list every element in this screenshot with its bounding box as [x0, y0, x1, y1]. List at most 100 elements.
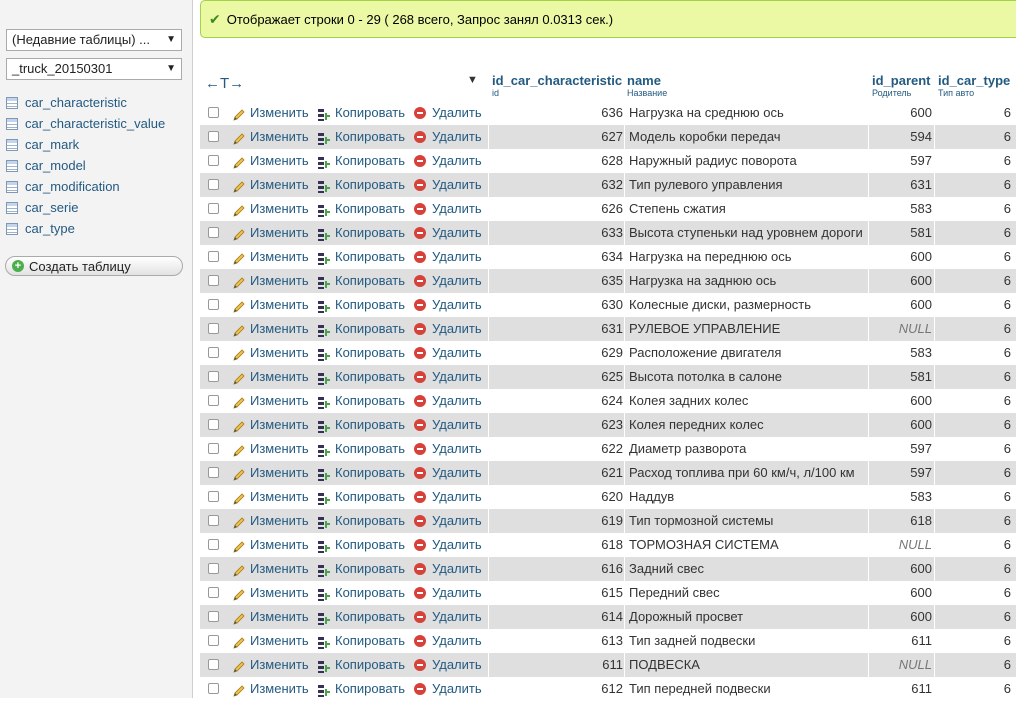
sidebar-table-name[interactable]: car_characteristic_value — [25, 113, 165, 134]
edit-link[interactable]: Изменить — [232, 461, 309, 485]
copy-link[interactable]: Копировать — [317, 533, 405, 557]
edit-link[interactable]: Изменить — [232, 269, 309, 293]
row-checkbox[interactable] — [208, 467, 219, 478]
delete-link[interactable]: Удалить — [414, 149, 482, 173]
edit-link[interactable]: Изменить — [232, 197, 309, 221]
copy-link[interactable]: Копировать — [317, 413, 405, 437]
copy-link[interactable]: Копировать — [317, 245, 405, 269]
delete-link[interactable]: Удалить — [414, 413, 482, 437]
edit-link[interactable]: Изменить — [232, 629, 309, 653]
row-checkbox[interactable] — [208, 275, 219, 286]
row-checkbox[interactable] — [208, 251, 219, 262]
delete-link[interactable]: Удалить — [414, 389, 482, 413]
delete-link[interactable]: Удалить — [414, 533, 482, 557]
delete-link[interactable]: Удалить — [414, 269, 482, 293]
row-checkbox[interactable] — [208, 299, 219, 310]
column-sort-arrows[interactable]: ←T→ — [205, 75, 244, 101]
row-checkbox[interactable] — [208, 491, 219, 502]
column-header-name[interactable]: name Название — [627, 74, 867, 100]
delete-link[interactable]: Удалить — [414, 365, 482, 389]
copy-link[interactable]: Копировать — [317, 557, 405, 581]
copy-link[interactable]: Копировать — [317, 101, 405, 125]
sidebar-table-name[interactable]: car_modification — [25, 176, 120, 197]
copy-link[interactable]: Копировать — [317, 173, 405, 197]
sidebar-table-item[interactable]: car_serie — [6, 197, 191, 218]
row-checkbox[interactable] — [208, 659, 219, 670]
column-name[interactable]: id_car_type — [938, 74, 1016, 88]
edit-link[interactable]: Изменить — [232, 389, 309, 413]
edit-link[interactable]: Изменить — [232, 557, 309, 581]
edit-link[interactable]: Изменить — [232, 173, 309, 197]
sidebar-table-name[interactable]: car_characteristic — [25, 92, 127, 113]
delete-link[interactable]: Удалить — [414, 317, 482, 341]
column-header-id-car-type[interactable]: id_car_type Тип авто — [938, 74, 1016, 100]
delete-link[interactable]: Удалить — [414, 461, 482, 485]
edit-link[interactable]: Изменить — [232, 581, 309, 605]
copy-link[interactable]: Копировать — [317, 149, 405, 173]
copy-link[interactable]: Копировать — [317, 389, 405, 413]
sidebar-table-item[interactable]: car_modification — [6, 176, 191, 197]
row-checkbox[interactable] — [208, 155, 219, 166]
delete-link[interactable]: Удалить — [414, 125, 482, 149]
copy-link[interactable]: Копировать — [317, 437, 405, 461]
row-checkbox[interactable] — [208, 179, 219, 190]
column-name[interactable]: id_parent — [872, 74, 934, 88]
edit-link[interactable]: Изменить — [232, 653, 309, 677]
row-checkbox[interactable] — [208, 347, 219, 358]
edit-link[interactable]: Изменить — [232, 605, 309, 629]
edit-link[interactable]: Изменить — [232, 437, 309, 461]
delete-link[interactable]: Удалить — [414, 677, 482, 701]
row-checkbox[interactable] — [208, 203, 219, 214]
copy-link[interactable]: Копировать — [317, 197, 405, 221]
delete-link[interactable]: Удалить — [414, 101, 482, 125]
sidebar-table-item[interactable]: car_characteristic_value — [6, 113, 191, 134]
delete-link[interactable]: Удалить — [414, 653, 482, 677]
edit-link[interactable]: Изменить — [232, 341, 309, 365]
copy-link[interactable]: Копировать — [317, 629, 405, 653]
edit-link[interactable]: Изменить — [232, 533, 309, 557]
sidebar-table-item[interactable]: car_characteristic — [6, 92, 191, 113]
row-checkbox[interactable] — [208, 443, 219, 454]
row-checkbox[interactable] — [208, 563, 219, 574]
edit-link[interactable]: Изменить — [232, 221, 309, 245]
recent-tables-select[interactable]: (Недавние таблицы) ... ▼ — [6, 29, 182, 51]
copy-link[interactable]: Копировать — [317, 317, 405, 341]
edit-link[interactable]: Изменить — [232, 677, 309, 701]
row-checkbox[interactable] — [208, 635, 219, 646]
row-checkbox[interactable] — [208, 323, 219, 334]
column-menu-arrow-icon[interactable]: ▼ — [467, 74, 478, 100]
edit-link[interactable]: Изменить — [232, 485, 309, 509]
edit-link[interactable]: Изменить — [232, 245, 309, 269]
sidebar-table-item[interactable]: car_mark — [6, 134, 191, 155]
delete-link[interactable]: Удалить — [414, 245, 482, 269]
copy-link[interactable]: Копировать — [317, 341, 405, 365]
copy-link[interactable]: Копировать — [317, 581, 405, 605]
edit-link[interactable]: Изменить — [232, 413, 309, 437]
database-select[interactable]: _truck_20150301 ▼ — [6, 58, 182, 80]
edit-link[interactable]: Изменить — [232, 509, 309, 533]
copy-link[interactable]: Копировать — [317, 293, 405, 317]
column-name[interactable]: id_car_characteristic — [492, 74, 622, 88]
delete-link[interactable]: Удалить — [414, 221, 482, 245]
sidebar-table-name[interactable]: car_mark — [25, 134, 79, 155]
column-header-id-car-characteristic[interactable]: id_car_characteristic id — [492, 74, 622, 100]
edit-link[interactable]: Изменить — [232, 293, 309, 317]
delete-link[interactable]: Удалить — [414, 581, 482, 605]
delete-link[interactable]: Удалить — [414, 509, 482, 533]
edit-link[interactable]: Изменить — [232, 365, 309, 389]
row-checkbox[interactable] — [208, 683, 219, 694]
copy-link[interactable]: Копировать — [317, 461, 405, 485]
copy-link[interactable]: Копировать — [317, 269, 405, 293]
edit-link[interactable]: Изменить — [232, 317, 309, 341]
delete-link[interactable]: Удалить — [414, 629, 482, 653]
row-checkbox[interactable] — [208, 107, 219, 118]
delete-link[interactable]: Удалить — [414, 173, 482, 197]
sidebar-table-name[interactable]: car_serie — [25, 197, 78, 218]
copy-link[interactable]: Копировать — [317, 365, 405, 389]
row-checkbox[interactable] — [208, 371, 219, 382]
delete-link[interactable]: Удалить — [414, 485, 482, 509]
delete-link[interactable]: Удалить — [414, 341, 482, 365]
row-checkbox[interactable] — [208, 515, 219, 526]
copy-link[interactable]: Копировать — [317, 221, 405, 245]
row-checkbox[interactable] — [208, 611, 219, 622]
